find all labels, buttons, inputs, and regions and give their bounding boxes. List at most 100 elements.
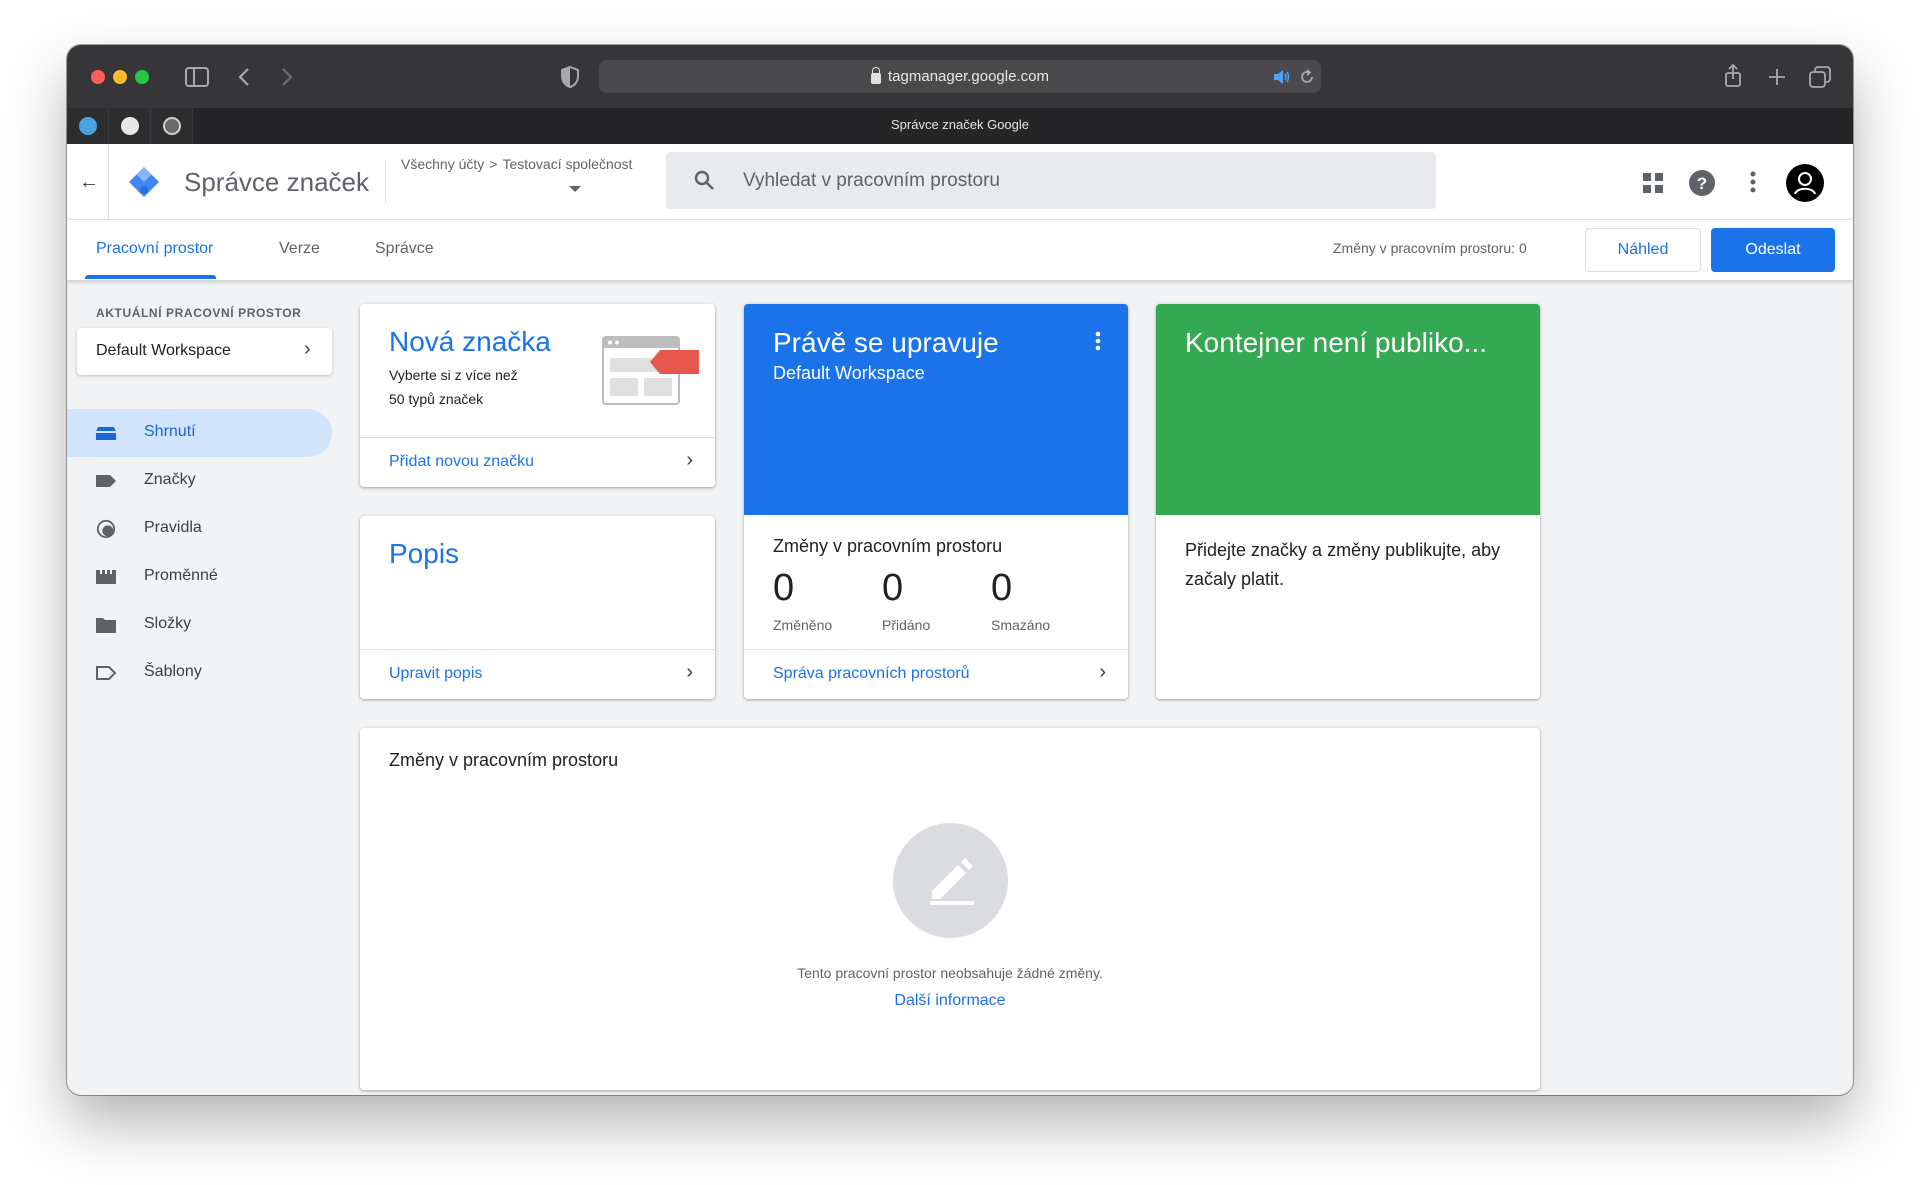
new-tag-title[interactable]: Nová značka: [389, 326, 551, 358]
back-arrow-icon[interactable]: ←: [77, 170, 101, 194]
new-tag-subtitle: 50 typů značek: [389, 391, 484, 407]
search-placeholder: Vyhledat v pracovním prostoru: [743, 170, 1000, 191]
divider: [108, 144, 109, 220]
breadcrumb-separator: >: [489, 156, 498, 172]
sidebar-toggle-icon[interactable]: [185, 67, 209, 87]
manage-workspaces-link[interactable]: Správa pracovních prostorů ›: [744, 649, 1128, 699]
deleted-count: 0: [991, 567, 1013, 609]
browser-tab-bar: Správce značek Google: [67, 108, 1853, 144]
browser-window: tagmanager.google.com Správce značek Goo…: [67, 45, 1853, 1095]
new-tab-icon[interactable]: [1768, 68, 1786, 86]
sidebar-item-templates[interactable]: Šablony: [67, 649, 332, 697]
close-window-button[interactable]: [91, 70, 105, 84]
add-new-tag-label: Přidat novou značku: [389, 453, 534, 470]
search-input[interactable]: Vyhledat v pracovním prostoru: [666, 152, 1436, 209]
sidebar-item-label: Shrnutí: [144, 423, 196, 440]
sidebar-item-tags[interactable]: Značky: [67, 457, 332, 505]
apps-grid-icon[interactable]: [1643, 173, 1663, 193]
edit-description-label: Upravit popis: [389, 665, 483, 682]
workspace-changes-title: Změny v pracovním prostoru: [389, 750, 619, 770]
submit-button[interactable]: Odeslat: [1711, 228, 1835, 272]
added-label: Přidáno: [882, 617, 931, 633]
publish-status-body: Přidejte značky a změny publikujte, aby …: [1185, 540, 1501, 589]
current-workspace-name: Default Workspace: [773, 363, 925, 383]
maximize-window-button[interactable]: [135, 70, 149, 84]
tag-icon: [96, 475, 116, 487]
add-new-tag-link[interactable]: Přidat novou značku ›: [360, 437, 715, 487]
edit-description-link[interactable]: Upravit popis ›: [360, 649, 715, 699]
currently-editing-card: Právě se upravuje Default Workspace Změn…: [744, 304, 1128, 699]
new-tag-illustration: [602, 336, 699, 405]
chevron-right-icon: ›: [686, 449, 693, 471]
workspace-changes-heading: Změny v pracovním prostoru: [773, 536, 1003, 556]
breadcrumb-account[interactable]: Testovací společnost: [502, 156, 632, 172]
chevron-right-icon: ›: [1099, 661, 1106, 683]
tab-admin[interactable]: Správce: [375, 240, 434, 258]
address-bar[interactable]: tagmanager.google.com: [599, 60, 1321, 93]
svg-text:?: ?: [1697, 174, 1707, 193]
lock-icon: [871, 67, 882, 84]
sidebar-item-summary[interactable]: Shrnutí: [67, 409, 332, 457]
more-vert-icon[interactable]: [1095, 331, 1101, 351]
learn-more-link[interactable]: Další informace: [360, 992, 1540, 1010]
workspace-name: Default Workspace: [96, 342, 231, 359]
minimize-window-button[interactable]: [113, 70, 127, 84]
sidebar-item-label: Značky: [144, 471, 196, 488]
url-text: tagmanager.google.com: [888, 68, 1049, 85]
modified-count: 0: [773, 567, 795, 609]
manage-workspaces-label: Správa pracovních prostorů: [773, 665, 970, 682]
back-nav-icon[interactable]: [237, 67, 251, 87]
avatar[interactable]: [1786, 164, 1824, 202]
variables-icon: [96, 570, 116, 584]
description-card: Popis Upravit popis ›: [360, 516, 715, 699]
sidebar-item-variables[interactable]: Proměnné: [67, 553, 332, 601]
workspace-changes-count: Změny v pracovním prostoru: 0: [1333, 240, 1527, 256]
share-icon[interactable]: [1724, 64, 1742, 88]
new-tag-card: Nová značka Vyberte si z více než 50 typ…: [360, 304, 715, 487]
sidebar-item-label: Pravidla: [144, 519, 202, 536]
trigger-icon: [96, 519, 116, 539]
currently-editing-header: Právě se upravuje Default Workspace: [744, 304, 1128, 515]
new-tag-subtitle: Vyberte si z více než: [389, 367, 518, 383]
divider: [385, 160, 386, 204]
current-workspace-heading: AKTUÁLNÍ PRACOVNÍ PROSTOR: [96, 306, 302, 320]
tab-workspace[interactable]: Pracovní prostor: [96, 240, 213, 258]
forward-nav-icon[interactable]: [280, 67, 294, 87]
tab-versions[interactable]: Verze: [279, 240, 320, 258]
active-tab-indicator: [85, 275, 216, 279]
more-vert-icon[interactable]: [1750, 171, 1756, 193]
workspace-selector[interactable]: Default Workspace ›: [77, 328, 332, 375]
deleted-label: Smazáno: [991, 617, 1051, 633]
app-name[interactable]: Správce značek: [184, 167, 369, 198]
sidebar-item-folders[interactable]: Složky: [67, 601, 332, 649]
sidebar-item-triggers[interactable]: Pravidla: [67, 505, 332, 553]
help-icon[interactable]: ?: [1689, 170, 1715, 196]
audio-icon[interactable]: [1273, 70, 1291, 84]
sidebar: AKTUÁLNÍ PRACOVNÍ PROSTOR Default Worksp…: [67, 280, 357, 1095]
breadcrumb[interactable]: Všechny účty > Testovací společnost: [401, 156, 632, 172]
browser-toolbar: tagmanager.google.com: [67, 45, 1853, 108]
container-dropdown-icon[interactable]: [569, 186, 581, 192]
modified-label: Změněno: [773, 617, 833, 633]
privacy-shield-icon[interactable]: [561, 66, 579, 88]
publish-status-header: Kontejner není publiko...: [1156, 304, 1540, 515]
sidebar-item-label: Šablony: [144, 663, 202, 680]
publish-status-card: Kontejner není publiko... Přidejte značk…: [1156, 304, 1540, 699]
preview-button[interactable]: Náhled: [1585, 228, 1701, 272]
tab-overview-icon[interactable]: [1809, 66, 1831, 88]
active-tab-title[interactable]: Správce značek Google: [67, 117, 1853, 132]
breadcrumb-all-accounts[interactable]: Všechny účty: [401, 156, 484, 172]
reload-icon[interactable]: [1299, 69, 1315, 85]
app-header: ← Správce značek Všechny účty > Testovac…: [67, 144, 1853, 220]
sidebar-item-label: Proměnné: [144, 567, 218, 584]
empty-state-text: Tento pracovní prostor neobsahuje žádné …: [797, 965, 1103, 981]
workspace-tab-row: Pracovní prostor Verze Správce Změny v p…: [67, 220, 1853, 280]
pencil-icon: [930, 858, 974, 905]
search-icon: [694, 170, 714, 190]
sidebar-item-label: Složky: [144, 615, 192, 632]
publish-status-title: Kontejner není publiko...: [1185, 327, 1487, 358]
added-count: 0: [882, 567, 904, 609]
description-title: Popis: [389, 538, 460, 569]
summary-icon: [96, 427, 116, 440]
currently-editing-title: Právě se upravuje: [773, 327, 999, 358]
